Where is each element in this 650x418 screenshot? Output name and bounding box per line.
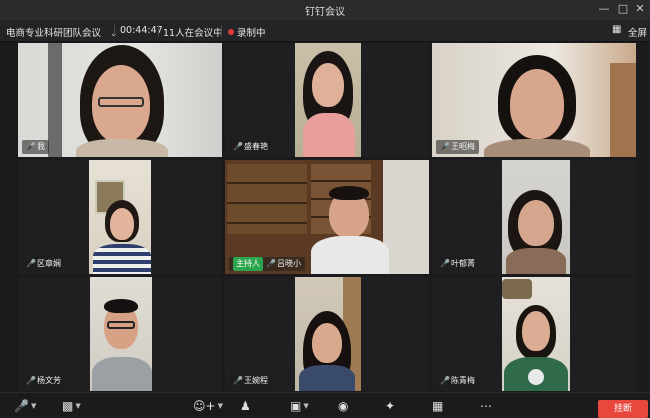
mic-icon: 🎤 <box>26 376 36 385</box>
participant-nameplate: 🎤我 <box>22 140 49 154</box>
meeting-name-label: 电商专业科研团队会议 <box>6 28 102 39</box>
meeting-toolbar: 🎤 ▼ ▩ ▼ ☺+ ▼ ♟ ▣ ▼ ◉ ✦ ▦ ⋯ 挂断 <box>0 392 650 418</box>
people-icon: ♟ <box>240 399 251 413</box>
mic-icon: 🎤 <box>233 376 243 385</box>
video-tile[interactable]: 🎤叶郁菁 <box>432 160 636 274</box>
meeting-name[interactable]: 电商专业科研团队会议 ⌄ <box>6 25 118 39</box>
caret-down-icon[interactable]: ▼ <box>218 402 223 410</box>
video-feed <box>295 43 361 157</box>
video-feed <box>89 160 151 274</box>
video-camera-icon: ▩ <box>62 399 74 413</box>
mic-icon: 🎤 <box>266 259 276 268</box>
divider <box>158 25 159 37</box>
mic-icon: 🎤 <box>440 376 450 385</box>
video-tile[interactable]: 🎤盛春艳 <box>225 43 429 157</box>
participant-count[interactable]: 11人在会议中 <box>163 25 223 39</box>
video-feed <box>90 277 152 391</box>
participant-nameplate: 🎤王昭梅 <box>436 140 479 154</box>
divider <box>221 25 222 37</box>
participant-name: 王婉程 <box>244 376 268 385</box>
participant-name: 王昭梅 <box>451 142 475 151</box>
recording-dot-icon <box>228 29 234 35</box>
hangup-button[interactable]: 挂断 <box>598 400 648 418</box>
caret-down-icon[interactable]: ▼ <box>303 402 308 410</box>
record-button[interactable]: ◉ <box>338 398 348 414</box>
microphone-button[interactable]: 🎤 ▼ <box>14 398 36 414</box>
maximize-icon[interactable]: □ <box>616 2 630 16</box>
participant-nameplate: 🎤盛春艳 <box>229 140 272 154</box>
interact-button[interactable]: ✦ <box>385 398 395 414</box>
video-feed <box>502 277 570 391</box>
participant-nameplate: 🎤叶郁菁 <box>436 257 479 271</box>
host-badge: 主持人 <box>233 257 263 271</box>
participant-name: 杨文芳 <box>37 376 61 385</box>
screen-share-icon: ▣ <box>290 399 302 413</box>
minimize-icon[interactable]: — <box>597 2 611 16</box>
recording-status[interactable]: 录制中 <box>228 25 266 39</box>
mic-icon: 🎤 <box>440 259 450 268</box>
video-tile[interactable]: 主持人 🎤吕晓小 <box>225 160 429 274</box>
participants-button[interactable]: ♟ <box>240 398 251 414</box>
microphone-icon: 🎤 <box>14 399 29 413</box>
apps-button[interactable]: ▦ <box>432 398 443 414</box>
fullscreen-button[interactable]: 全屏 <box>628 25 647 39</box>
meeting-info-bar: 电商专业科研团队会议 ⌄ 00:44:47 11人在会议中 录制中 ▦ 全屏 <box>0 20 650 42</box>
camera-button[interactable]: ▩ ▼ <box>62 398 81 414</box>
participant-name: 盛春艳 <box>244 142 268 151</box>
participant-name: 吕晓小 <box>277 259 301 268</box>
mic-icon: 🎤 <box>26 259 36 268</box>
participant-nameplate: 🎤区章娴 <box>22 257 65 271</box>
close-icon[interactable]: ✕ <box>633 2 647 16</box>
participant-name: 我 <box>37 142 45 151</box>
recording-label: 录制中 <box>237 28 266 39</box>
video-tile[interactable]: 🎤王婉程 <box>225 277 429 391</box>
share-screen-button[interactable]: ▣ ▼ <box>290 398 309 414</box>
meeting-duration: 00:44:47 <box>120 25 163 36</box>
participant-nameplate: 🎤王婉程 <box>229 374 272 388</box>
video-tile[interactable]: 🎤王昭梅 <box>432 43 636 157</box>
mic-icon: 🎤 <box>233 142 243 151</box>
record-icon: ◉ <box>338 399 349 413</box>
video-tile[interactable]: 🎤杨文芳 <box>18 277 222 391</box>
video-tile[interactable]: 🎤我 <box>18 43 222 157</box>
video-tile[interactable]: 🎤区章娴 <box>18 160 222 274</box>
more-button[interactable]: ⋯ <box>480 398 492 414</box>
divider <box>114 25 115 37</box>
participant-name: 陈青梅 <box>451 376 475 385</box>
participant-name: 区章娴 <box>37 259 61 268</box>
caret-down-icon[interactable]: ▼ <box>75 402 80 410</box>
video-feed <box>295 277 361 391</box>
mic-icon: 🎤 <box>440 142 450 151</box>
video-tile[interactable]: 🎤陈青梅 <box>432 277 636 391</box>
grid-icon: ▦ <box>432 399 444 413</box>
add-person-icon: ☺+ <box>193 399 216 413</box>
video-feed <box>502 160 570 274</box>
participant-name: 叶郁菁 <box>451 259 475 268</box>
title-bar: 钉钉会议 — □ ✕ <box>0 0 650 20</box>
more-dots-icon: ⋯ <box>480 399 492 413</box>
grid-layout-icon[interactable]: ▦ <box>612 24 621 35</box>
mic-icon: 🎤 <box>26 142 36 151</box>
caret-down-icon[interactable]: ▼ <box>31 402 36 410</box>
participant-nameplate: 🎤杨文芳 <box>22 374 65 388</box>
participant-nameplate: 主持人 🎤吕晓小 <box>229 257 305 271</box>
invite-button[interactable]: ☺+ ▼ <box>193 398 223 414</box>
participant-nameplate: 🎤陈青梅 <box>436 374 479 388</box>
interact-icon: ✦ <box>385 399 396 413</box>
window-title: 钉钉会议 <box>305 7 345 18</box>
